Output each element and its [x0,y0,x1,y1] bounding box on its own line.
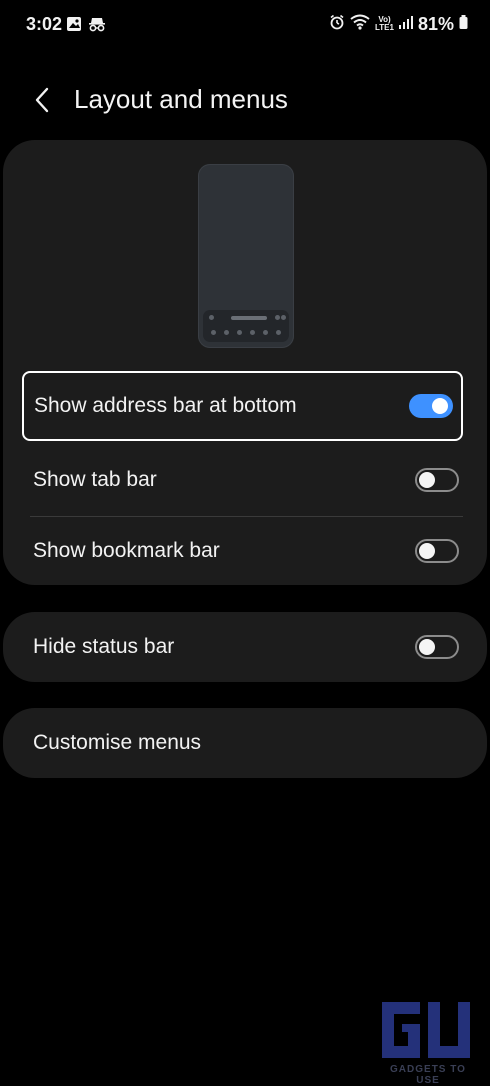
setting-row-address-bar[interactable]: Show address bar at bottom [22,371,463,441]
status-icons: Vo) LTE1 81% [329,13,468,35]
battery-icon [459,14,468,35]
preview-nav-icon [224,330,229,335]
toggle-knob [419,472,435,488]
layout-settings-card: Show address bar at bottom Show tab bar … [3,140,487,585]
back-chevron-icon [35,87,49,113]
incognito-icon [88,16,106,32]
preview-bottom-address-bar [203,310,289,342]
customise-menus-card[interactable]: Customise menus [3,708,487,778]
preview-nav-icon [276,330,281,335]
wifi-icon [350,14,370,35]
battery-percent: 81% [417,13,454,34]
preview-tab-icon [275,315,280,320]
preview-menu-icon [281,315,286,320]
watermark-text: GADGETS TO USE [390,1064,466,1086]
alarm-icon [329,14,345,35]
setting-label: Show bookmark bar [33,539,220,562]
preview-url-field [231,316,267,320]
image-icon [66,16,84,32]
preview-nav-icon [237,330,242,335]
preview-nav-icon [250,330,255,335]
setting-label: Show tab bar [33,468,157,491]
page-title: Layout and menus [74,84,288,114]
toggle-knob [419,639,435,655]
status-bar-settings-card: Hide status bar [3,612,487,682]
setting-row-bookmark-bar[interactable]: Show bookmark bar [3,516,487,586]
setting-label: Customise menus [33,731,202,754]
setting-row-tab-bar[interactable]: Show tab bar [3,445,487,515]
hide-status-bar-toggle[interactable] [415,635,459,659]
tab-bar-toggle[interactable] [415,468,459,492]
layout-preview-image [198,164,294,348]
bookmark-bar-toggle[interactable] [415,539,459,563]
setting-row-hide-status-bar[interactable]: Hide status bar [3,612,487,682]
header: Layout and menus [0,70,490,130]
preview-home-icon [209,315,214,320]
toggle-knob [419,543,435,559]
back-button[interactable] [24,82,60,118]
status-bar: 3:02 Vo) LTE1 81% [0,0,490,48]
watermark-logo: GADGETS TO USE [378,998,478,1086]
setting-label: Hide status bar [33,635,175,658]
preview-nav-icon [263,330,268,335]
preview-nav-icon [211,330,216,335]
address-bar-toggle[interactable] [409,394,453,418]
volte-indicator: Vo) LTE1 [375,16,394,32]
signal-icon [398,14,413,35]
gadgets-to-use-logo [382,1002,470,1058]
toggle-knob [432,398,448,414]
lte-label: LTE1 [375,23,394,32]
status-time: 3:02 [26,14,63,34]
setting-row-customise-menus[interactable]: Customise menus [3,708,487,778]
setting-label: Show address bar at bottom [34,394,297,417]
